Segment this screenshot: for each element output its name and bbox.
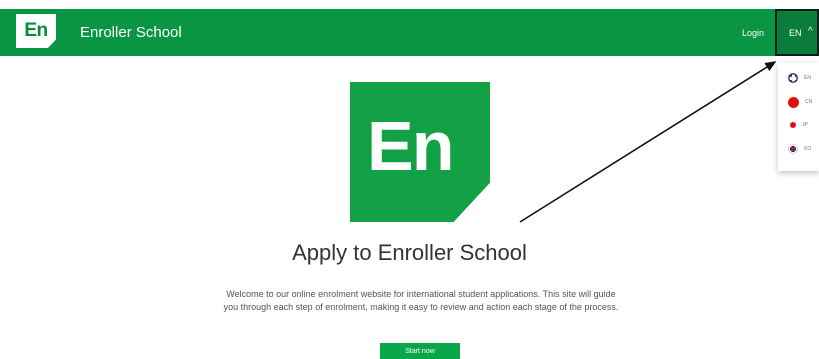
language-dropdown: EN CN JP KO bbox=[778, 63, 819, 171]
china-flag-icon bbox=[788, 96, 799, 108]
language-option-label: CN bbox=[805, 99, 813, 105]
language-option-en[interactable]: EN bbox=[788, 71, 811, 85]
language-option-label: KO bbox=[804, 146, 812, 152]
language-option-label: EN bbox=[804, 75, 811, 81]
korea-flag-icon bbox=[788, 144, 798, 154]
header-logo[interactable]: En bbox=[16, 14, 56, 48]
uk-flag-icon bbox=[788, 73, 798, 83]
hero-logo-text: En bbox=[367, 107, 454, 185]
header-logo-text: En bbox=[24, 20, 48, 41]
language-option-jp[interactable]: JP bbox=[788, 118, 808, 132]
language-option-ko[interactable]: KO bbox=[788, 142, 811, 156]
login-link[interactable]: Login bbox=[742, 28, 764, 38]
hero-logo: En bbox=[350, 82, 490, 222]
page-title: Apply to Enroller School bbox=[292, 240, 527, 265]
intro-text: Welcome to our online enrolment website … bbox=[223, 289, 619, 312]
brand-name[interactable]: Enroller School bbox=[80, 24, 182, 41]
language-option-label: JP bbox=[802, 122, 808, 128]
language-toggle-button[interactable]: EN ^ bbox=[775, 9, 819, 56]
chevron-up-icon: ^ bbox=[808, 26, 813, 37]
language-current-label: EN bbox=[789, 28, 802, 38]
start-now-button[interactable]: Start now bbox=[380, 343, 460, 359]
japan-flag-icon bbox=[790, 122, 796, 128]
language-option-cn[interactable]: CN bbox=[788, 95, 812, 109]
